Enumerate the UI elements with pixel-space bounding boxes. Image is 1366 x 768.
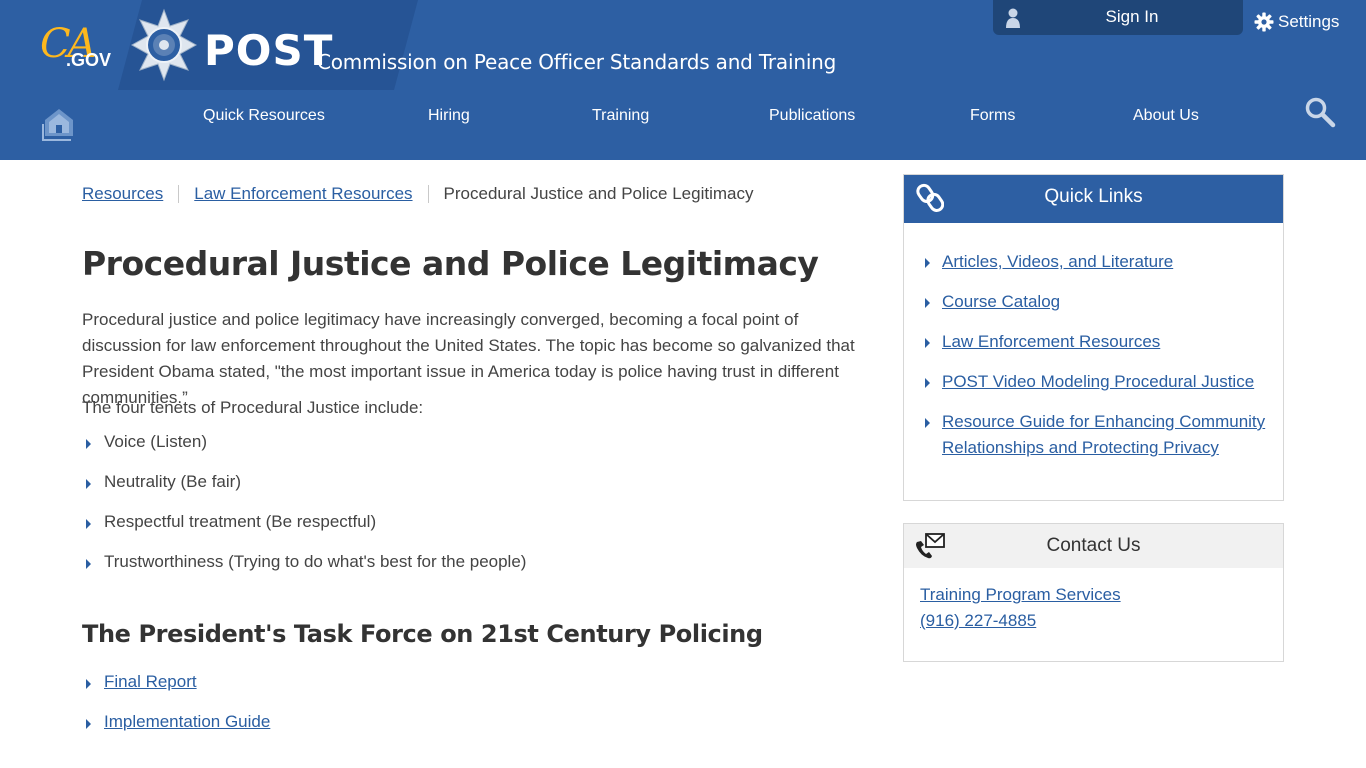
sign-in-button[interactable]: Sign In [993,0,1243,35]
tenet-text: Voice (Listen) [104,432,207,451]
bullet-arrow-icon [86,439,91,449]
nav-quick-resources[interactable]: Quick Resources [203,106,325,126]
post-badge-icon[interactable] [130,8,198,82]
implementation-guide-link[interactable]: Implementation Guide [104,712,270,732]
list-item: Course Catalog [921,289,1271,315]
page-title: Procedural Justice and Police Legitimacy [82,244,819,283]
breadcrumb: Resources Law Enforcement Resources Proc… [82,182,753,206]
list-item: Resource Guide for Enhancing Community R… [921,409,1271,461]
contact-phone-link[interactable]: (916) 227-4885 [920,608,1121,634]
list-item: Implementation Guide [82,712,270,752]
breadcrumb-separator [178,185,180,203]
tenet-text: Neutrality (Be fair) [104,472,241,491]
list-item: Neutrality (Be fair) [82,472,526,512]
quick-link[interactable]: Articles, Videos, and Literature [942,249,1173,275]
list-item: Respectful treatment (Be respectful) [82,512,526,552]
gear-icon [1254,12,1274,32]
contact-body: Training Program Services (916) 227-4885 [920,582,1121,634]
reports-list: Final Report Implementation Guide [82,672,270,752]
breadcrumb-current: Procedural Justice and Police Legitimacy [443,184,754,203]
sign-in-label: Sign In [1105,7,1159,26]
nav-hiring[interactable]: Hiring [428,106,470,126]
quick-link[interactable]: Resource Guide for Enhancing Community R… [942,409,1271,461]
tenets-list: Voice (Listen) Neutrality (Be fair) Resp… [82,432,526,592]
settings-label: Settings [1278,12,1340,31]
bullet-arrow-icon [86,479,91,489]
bullet-arrow-icon [925,378,930,388]
nav-about-us[interactable]: About Us [1133,106,1199,126]
contact-header: Contact Us [904,524,1283,568]
nav-forms[interactable]: Forms [970,106,1015,126]
bullet-arrow-icon [925,258,930,268]
quick-links-list: Articles, Videos, and Literature Course … [921,249,1271,475]
bullet-arrow-icon [86,519,91,529]
tenet-text: Respectful treatment (Be respectful) [104,512,377,531]
quick-links-header: Quick Links [904,175,1283,223]
list-item: Voice (Listen) [82,432,526,472]
contact-panel: Contact Us Training Program Services (91… [903,523,1284,662]
bullet-arrow-icon [925,418,930,428]
list-item: Trustworthiness (Trying to do what's bes… [82,552,526,592]
bullet-arrow-icon [925,298,930,308]
main-nav: Quick Resources Hiring Training Publicat… [0,90,1366,160]
final-report-link[interactable]: Final Report [104,672,197,692]
list-item: Final Report [82,672,270,712]
contact-title: Contact Us [1046,535,1141,556]
list-item: POST Video Modeling Procedural Justice [921,369,1271,395]
settings-button[interactable]: Settings [1254,10,1339,34]
list-item: Law Enforcement Resources [921,329,1271,355]
commission-title: Commission on Peace Officer Standards an… [317,50,837,74]
quick-links-panel: Quick Links Articles, Videos, and Litera… [903,174,1284,501]
section-subtitle: The President's Task Force on 21st Centu… [82,620,763,648]
bullet-arrow-icon [86,719,91,729]
breadcrumb-resources[interactable]: Resources [82,184,163,204]
search-icon[interactable] [1304,96,1336,128]
bullet-arrow-icon [86,679,91,689]
breadcrumb-separator [427,185,429,203]
quick-link[interactable]: Law Enforcement Resources [942,329,1160,355]
nav-training[interactable]: Training [592,106,649,126]
user-icon [1006,8,1020,28]
contact-name-link[interactable]: Training Program Services [920,582,1121,608]
header-top: CA .GOV POST Commission on Peace Officer… [0,0,1366,90]
quick-links-title: Quick Links [1044,186,1143,207]
bullet-arrow-icon [86,559,91,569]
gov-logo-text: .GOV [66,50,112,70]
list-item: Articles, Videos, and Literature [921,249,1271,275]
ca-gov-logo[interactable]: CA .GOV [40,20,118,76]
quick-link[interactable]: Course Catalog [942,289,1060,315]
post-title[interactable]: POST [204,26,333,76]
tenet-text: Trustworthiness (Trying to do what's bes… [104,552,527,571]
breadcrumb-law-enforcement-resources[interactable]: Law Enforcement Resources [194,184,412,204]
quick-link[interactable]: POST Video Modeling Procedural Justice [942,369,1254,395]
site-header: CA .GOV POST Commission on Peace Officer… [0,0,1366,160]
home-icon[interactable] [41,106,77,142]
nav-publications[interactable]: Publications [769,106,855,126]
tenets-intro: The four tenets of Procedural Justice in… [82,398,424,417]
bullet-arrow-icon [925,338,930,348]
